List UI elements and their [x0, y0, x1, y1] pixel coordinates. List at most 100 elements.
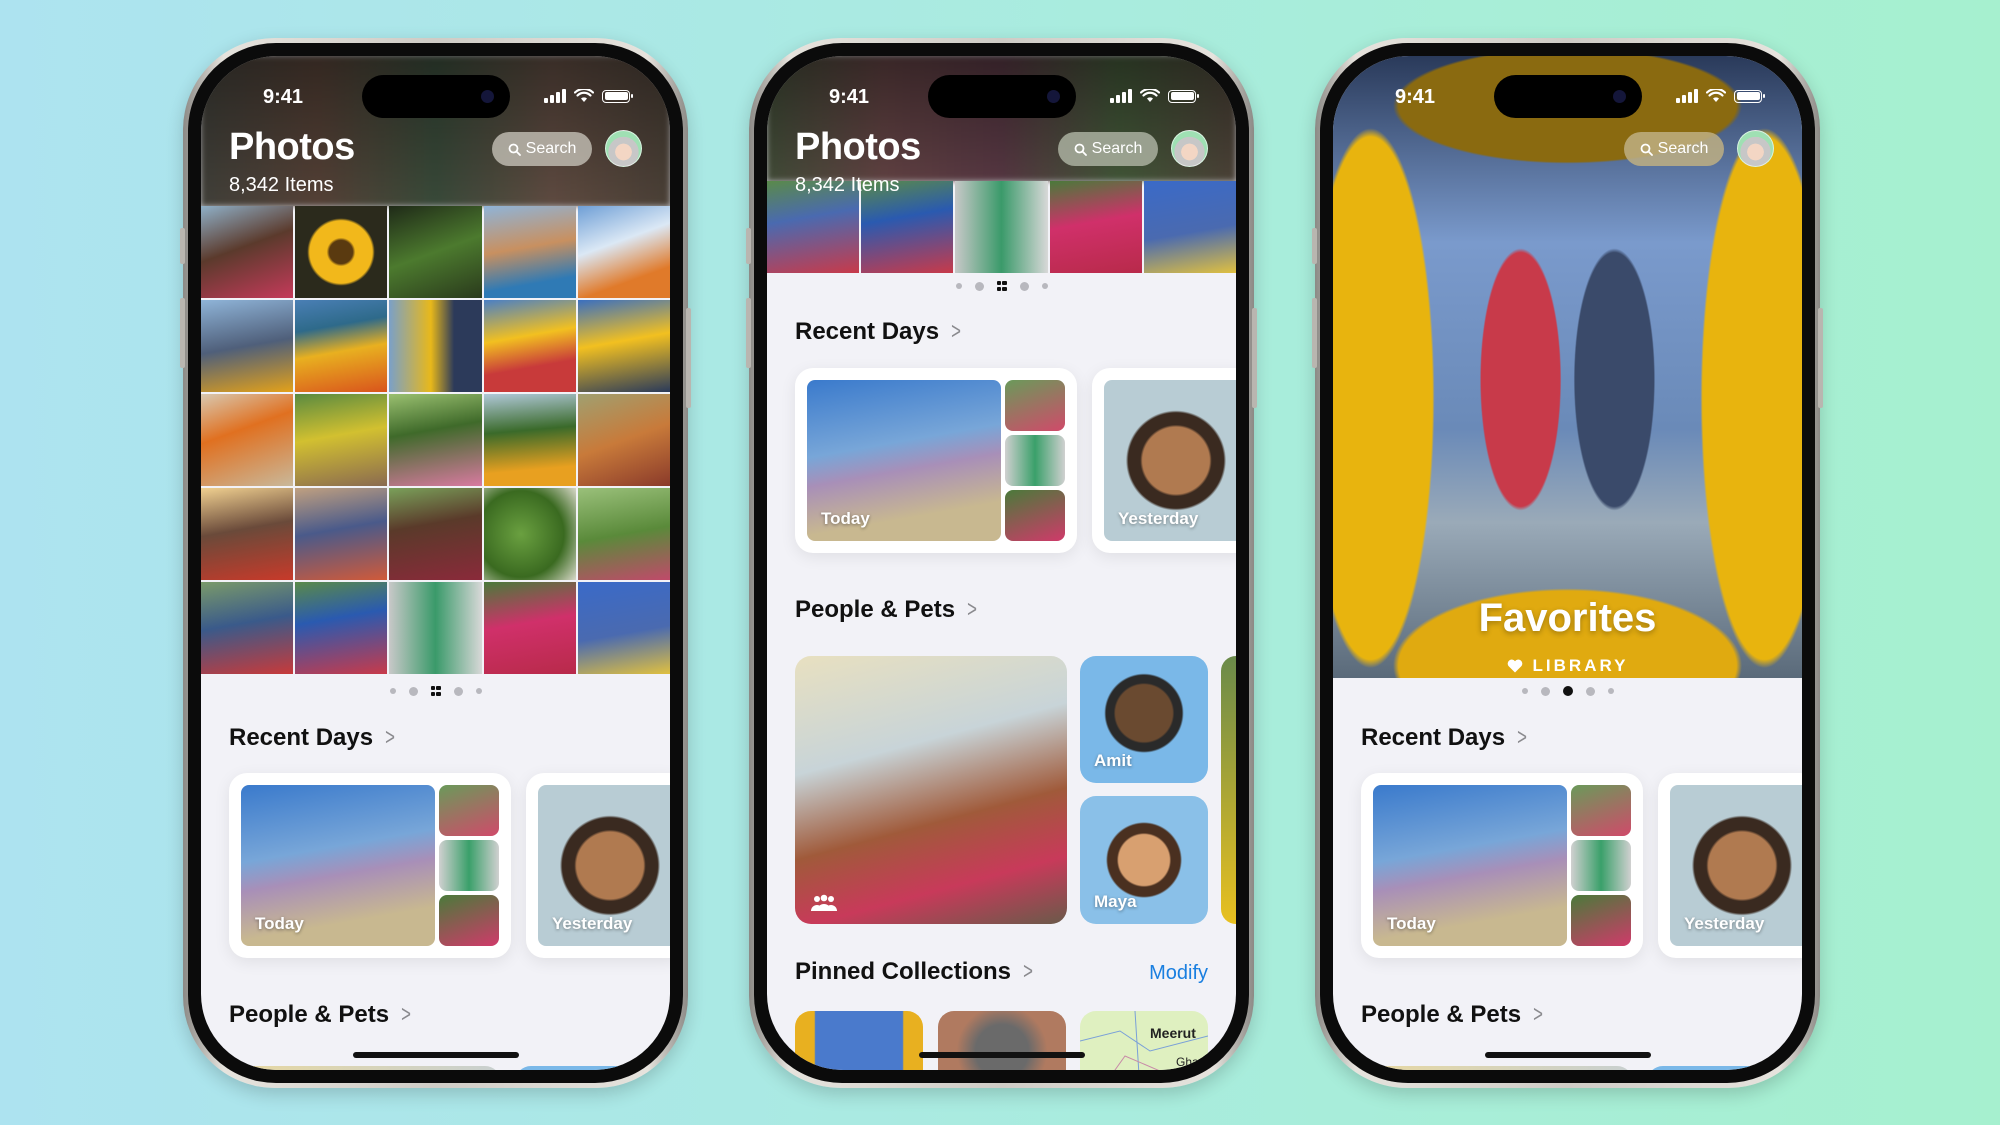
home-indicator[interactable]	[1484, 1052, 1651, 1058]
search-button[interactable]: Search	[492, 132, 592, 166]
status-time: 9:41	[263, 86, 304, 108]
grid-photo[interactable]	[483, 582, 576, 674]
page-indicator[interactable]	[1333, 686, 1802, 696]
chevron-right-icon: >	[1517, 724, 1527, 751]
modify-button[interactable]: Modify	[1149, 962, 1208, 985]
section-people-pets[interactable]: People & Pets >	[1361, 1001, 1545, 1029]
grid-photo[interactable]	[295, 394, 388, 486]
grid-photo[interactable]	[295, 300, 388, 392]
grid-photo[interactable]	[483, 394, 576, 486]
page-indicator[interactable]	[767, 281, 1236, 291]
status-time: 9:41	[1395, 86, 1436, 108]
cellular-signal-icon	[544, 89, 566, 103]
search-icon	[1074, 143, 1087, 156]
section-recent-days[interactable]: Recent Days >	[1361, 724, 1529, 752]
dynamic-island	[927, 75, 1076, 118]
page-indicator[interactable]	[201, 686, 670, 696]
person-card-amit[interactable]: Amit	[1080, 656, 1208, 783]
photo-grid	[201, 206, 670, 674]
grid-photo[interactable]	[577, 582, 670, 674]
section-recent-days[interactable]: Recent Days >	[795, 318, 963, 346]
battery-icon	[602, 89, 633, 103]
search-icon	[1640, 143, 1653, 156]
item-count: 8,342 Items	[229, 174, 334, 196]
grid-photo[interactable]	[389, 394, 482, 486]
grid-photo[interactable]	[483, 488, 576, 580]
chevron-right-icon: >	[385, 724, 395, 751]
grid-photo[interactable]	[577, 488, 670, 580]
recent-day-card-today[interactable]: Today	[1361, 773, 1643, 958]
recent-day-card-yesterday[interactable]: Yesterday	[526, 773, 670, 958]
section-people-pets[interactable]: People & Pets >	[229, 1001, 413, 1029]
chevron-right-icon: >	[967, 596, 977, 623]
search-icon	[508, 143, 521, 156]
dynamic-island	[1493, 75, 1642, 118]
avatar[interactable]	[1737, 130, 1774, 167]
battery-icon	[1734, 89, 1765, 103]
section-recent-days[interactable]: Recent Days >	[229, 724, 397, 752]
grid-photo[interactable]	[295, 206, 388, 298]
screen: 9:41 Search Favorites LIBRARY Recent Day…	[1333, 56, 1802, 1070]
chevron-right-icon: >	[1533, 1001, 1543, 1028]
chevron-right-icon: >	[951, 318, 961, 345]
battery-icon	[1168, 89, 1199, 103]
wifi-icon	[1706, 89, 1726, 102]
phone-library-grid: 9:41 Photos 8,342 Items Search Recent Da…	[180, 38, 691, 1088]
grid-photo[interactable]	[577, 300, 670, 392]
grid-view-icon	[430, 686, 441, 696]
people-group-card[interactable]	[795, 656, 1067, 924]
people-group-icon	[811, 894, 837, 911]
grid-photo[interactable]	[577, 394, 670, 486]
grid-photo[interactable]	[389, 488, 482, 580]
recent-day-card-yesterday[interactable]: Yesterday	[1092, 368, 1236, 553]
grid-photo[interactable]	[389, 206, 482, 298]
screen: 9:41 Photos 8,342 Items Search Recent Da…	[201, 56, 670, 1070]
recent-day-card-yesterday[interactable]: Yesterday	[1658, 773, 1802, 958]
grid-photo[interactable]	[201, 394, 294, 486]
cellular-signal-icon	[1110, 89, 1132, 103]
pinned-collection-card[interactable]	[938, 1011, 1066, 1070]
featured-photo[interactable]	[1333, 56, 1802, 678]
grid-view-icon	[996, 281, 1007, 291]
grid-photo[interactable]	[201, 582, 294, 674]
section-people-pets[interactable]: People & Pets >	[795, 596, 979, 624]
search-button[interactable]: Search	[1058, 132, 1158, 166]
pinned-collection-card[interactable]	[795, 1011, 923, 1070]
recent-day-card-today[interactable]: Today	[229, 773, 511, 958]
person-card-maya[interactable]: Maya	[1080, 796, 1208, 924]
grid-photo[interactable]	[389, 300, 482, 392]
grid-photo[interactable]	[577, 206, 670, 298]
wifi-icon	[1140, 89, 1160, 102]
pinned-collection-map[interactable]: Meerut Ghaz	[1080, 1011, 1208, 1070]
grid-photo[interactable]	[201, 488, 294, 580]
featured-title: Favorites	[1478, 596, 1657, 640]
grid-photo[interactable]	[955, 181, 1048, 273]
item-count: 8,342 Items	[795, 174, 900, 196]
featured-subtitle: LIBRARY	[1333, 656, 1802, 676]
grid-photo[interactable]	[295, 488, 388, 580]
phone-library-collections: 9:41 Photos 8,342 Items Search Recent Da…	[746, 38, 1257, 1088]
avatar[interactable]	[1171, 130, 1208, 167]
screen: 9:41 Photos 8,342 Items Search Recent Da…	[767, 56, 1236, 1070]
avatar[interactable]	[605, 130, 642, 167]
recent-day-card-today[interactable]: Today	[795, 368, 1077, 553]
home-indicator[interactable]	[352, 1052, 519, 1058]
grid-photo[interactable]	[295, 582, 388, 674]
cellular-signal-icon	[1676, 89, 1698, 103]
chevron-right-icon: >	[1023, 958, 1033, 985]
status-time: 9:41	[829, 86, 870, 108]
section-pinned-collections[interactable]: Pinned Collections >	[795, 958, 1035, 986]
grid-photo[interactable]	[483, 206, 576, 298]
grid-photo[interactable]	[1143, 181, 1236, 273]
phone-featured-favorites: 9:41 Search Favorites LIBRARY Recent Day…	[1312, 38, 1823, 1088]
page-title: Photos	[229, 126, 355, 168]
home-indicator[interactable]	[918, 1052, 1085, 1058]
grid-photo[interactable]	[389, 582, 482, 674]
grid-photo[interactable]	[201, 206, 294, 298]
grid-photo[interactable]	[201, 300, 294, 392]
chevron-right-icon: >	[401, 1001, 411, 1028]
search-button[interactable]: Search	[1624, 132, 1724, 166]
grid-photo[interactable]	[483, 300, 576, 392]
grid-photo[interactable]	[1049, 181, 1142, 273]
wifi-icon	[574, 89, 594, 102]
